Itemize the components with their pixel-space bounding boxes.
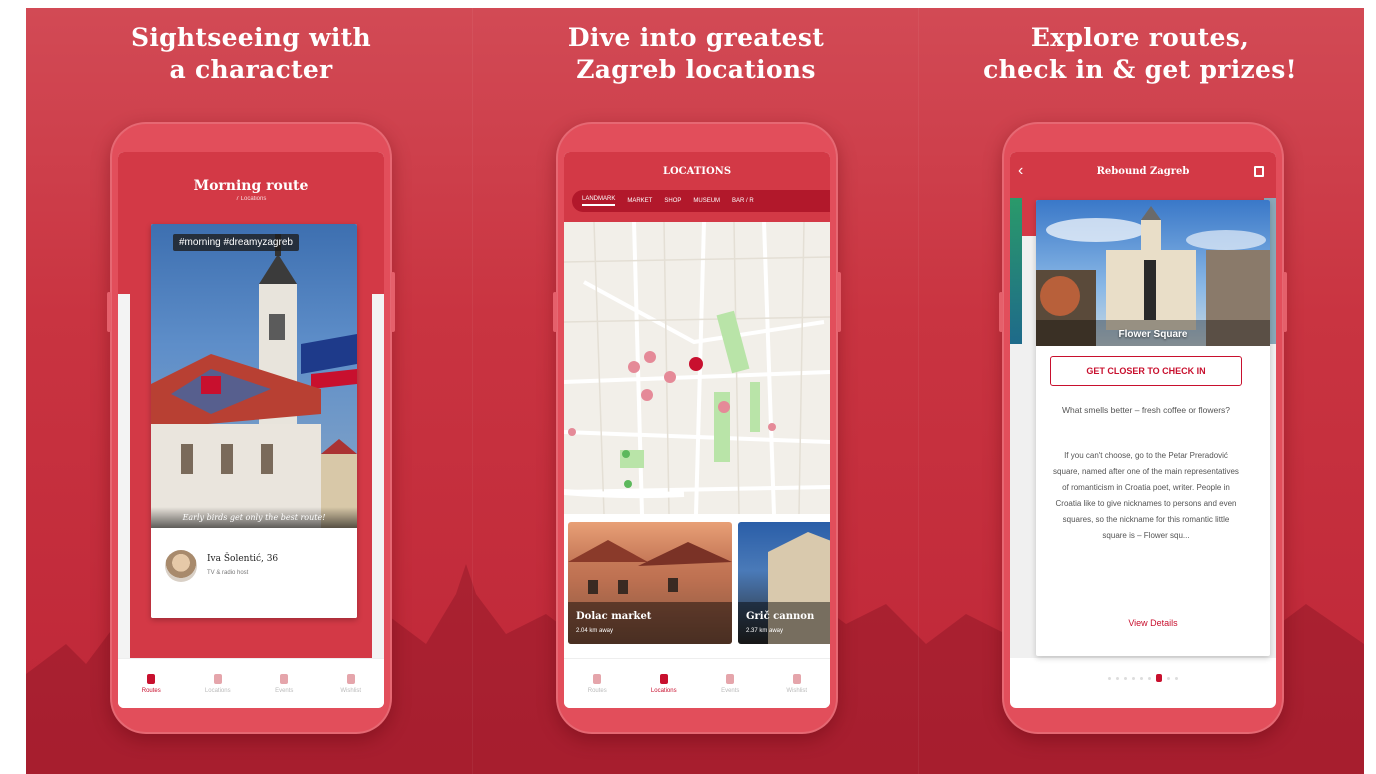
pin-icon <box>213 673 222 684</box>
routes-screen: Morning route 7 Locations #morning #drea… <box>118 152 384 708</box>
nav-locations[interactable]: Locations <box>631 659 698 708</box>
view-details-link[interactable]: View Details <box>1036 618 1270 628</box>
calendar-icon <box>726 673 735 684</box>
nav-routes[interactable]: Routes <box>118 659 185 708</box>
check-in-button[interactable]: GET CLOSER TO CHECK IN <box>1050 356 1242 386</box>
tab-bar[interactable]: BAR / R <box>732 198 754 204</box>
route-icon <box>593 673 602 684</box>
location-cards: Dolac market 2.04 km away Grič cannon 2.… <box>564 514 830 658</box>
nav-wishlist[interactable]: Wishlist <box>764 659 831 708</box>
next-card-peek[interactable] <box>372 294 384 678</box>
author-role: TV & radio host <box>207 570 249 576</box>
calendar-icon <box>280 673 289 684</box>
tab-market[interactable]: MARKET <box>627 198 652 204</box>
phone-mockup-routes: Morning route 7 Locations #morning #drea… <box>107 122 395 734</box>
headline-1: Sightseeing with a character <box>130 23 372 84</box>
prev-card-peek[interactable] <box>118 294 130 678</box>
bottom-nav: Routes Locations Events Wishlist <box>564 658 830 708</box>
location-card[interactable]: Grič cannon 2.37 km away <box>738 522 830 644</box>
nav-locations[interactable]: Locations <box>185 659 252 708</box>
locations-screen: LOCATIONS LANDMARK MARKET SHOP MUSEUM BA… <box>564 152 830 708</box>
headline-2: Dive into greatest Zagreb locations <box>567 23 825 84</box>
category-tabs: LANDMARK MARKET SHOP MUSEUM BAR / R <box>572 190 830 212</box>
location-distance: 2.04 km away <box>576 628 614 634</box>
pagination-dots <box>1010 674 1276 682</box>
nav-routes[interactable]: Routes <box>564 659 631 708</box>
map-icon[interactable] <box>1254 166 1264 177</box>
location-card[interactable]: Dolac market 2.04 km away <box>568 522 732 644</box>
location-question: What smells better – fresh coffee or flo… <box>1061 405 1231 415</box>
nav-wishlist[interactable]: Wishlist <box>318 659 385 708</box>
phone-mockup-checkin: ‹ Rebound Zagreb Flower Square GET CLOSE… <box>999 122 1287 734</box>
location-name: Grič cannon <box>746 611 815 622</box>
bottom-nav: Routes Locations Events Wishlist <box>118 658 384 708</box>
photo-title: Flower Square <box>1118 329 1188 340</box>
checkin-screen: ‹ Rebound Zagreb Flower Square GET CLOSE… <box>1010 152 1276 708</box>
avatar <box>165 550 197 582</box>
route-subtitle: 7 Locations <box>235 196 267 202</box>
flower-square-photo: Flower Square <box>1036 200 1270 346</box>
heart-icon <box>346 673 355 684</box>
route-caption: Early birds get only the best route! <box>151 507 357 528</box>
location-name: Dolac market <box>576 611 652 622</box>
location-description: If you can't choose, go to the Petar Pre… <box>1053 451 1239 540</box>
tab-shop[interactable]: SHOP <box>664 198 681 204</box>
church-photo: #morning #dreamyzagreb Early birds get o… <box>151 224 357 528</box>
phone-mockup-locations: LOCATIONS LANDMARK MARKET SHOP MUSEUM BA… <box>553 122 841 734</box>
nav-events[interactable]: Events <box>251 659 318 708</box>
nav-events[interactable]: Events <box>697 659 764 708</box>
tab-landmark[interactable]: LANDMARK <box>582 196 616 206</box>
prev-card-peek[interactable] <box>1010 198 1022 344</box>
chevron-left-icon[interactable]: ‹ <box>1018 162 1023 180</box>
headline-3: Explore routes, check in & get prizes! <box>983 23 1297 84</box>
location-distance: 2.37 km away <box>746 628 784 634</box>
location-detail-card: Flower Square GET CLOSER TO CHECK IN Wha… <box>1036 200 1270 656</box>
locations-header: LOCATIONS LANDMARK MARKET SHOP MUSEUM BA… <box>564 152 830 222</box>
tab-museum[interactable]: MUSEUM <box>693 198 720 204</box>
route-detail-title: Rebound Zagreb <box>1096 166 1190 177</box>
city-map[interactable] <box>564 222 830 514</box>
route-author: Iva Šolentić, 36 TV & radio host <box>151 528 357 618</box>
locations-title: LOCATIONS <box>662 166 732 177</box>
heart-icon <box>792 673 801 684</box>
author-name: Iva Šolentić, 36 <box>207 554 279 564</box>
pin-icon <box>659 673 668 684</box>
route-header: Morning route 7 Locations <box>118 152 384 224</box>
route-card[interactable]: #morning #dreamyzagreb Early birds get o… <box>151 224 357 618</box>
panel-divider <box>472 8 473 774</box>
route-icon <box>147 673 156 684</box>
hashtag-label: #morning #dreamyzagreb <box>173 234 299 251</box>
route-title: Morning route <box>193 178 309 194</box>
panel-divider <box>918 8 919 774</box>
